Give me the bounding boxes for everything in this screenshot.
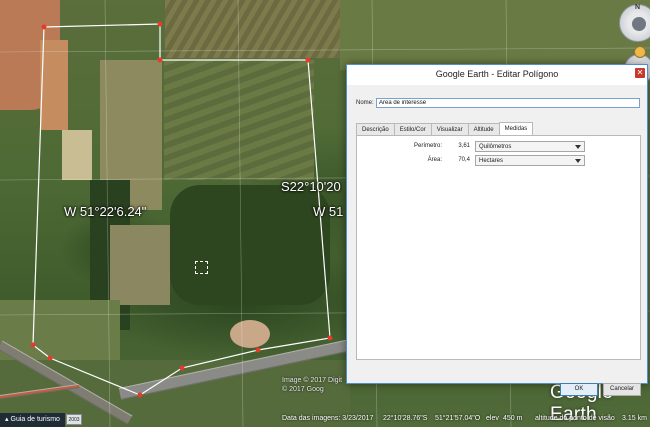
perimeter-unit-select[interactable]: Quilômetros: [475, 141, 585, 152]
close-icon[interactable]: ✕: [635, 68, 645, 78]
elevation-value: 450 m: [503, 415, 523, 422]
ok-button[interactable]: OK: [560, 383, 598, 396]
area-value: 70,4: [458, 157, 470, 163]
eye-altitude-value: 3.15 km: [622, 415, 647, 422]
polygon-vertex[interactable]: [157, 21, 163, 27]
tab-altitude[interactable]: Altitude: [467, 123, 500, 135]
polygon-vertex[interactable]: [30, 342, 36, 348]
chevron-down-icon: [575, 145, 581, 149]
dialog-tabs: Descrição Estilo/Cor Visualizar Altitude…: [356, 122, 534, 135]
name-label: Nome:: [356, 100, 374, 106]
eye-altitude-label: altitude do ponto de visão: [535, 415, 615, 422]
perimeter-label: Perímetro:: [413, 143, 442, 149]
tab-description[interactable]: Descrição: [356, 123, 395, 135]
edit-polygon-dialog: Google Earth - Editar Polígono ✕ Nome: D…: [346, 64, 648, 396]
area-unit-value: Hectares: [479, 158, 504, 164]
tour-guide-tab[interactable]: ▴ Guia de turismo: [0, 413, 65, 427]
perimeter-unit-value: Quilômetros: [479, 144, 512, 150]
dialog-titlebar[interactable]: Google Earth - Editar Polígono ✕: [347, 65, 647, 85]
view-center-marker: [195, 261, 208, 274]
cursor-longitude: 51°21'57.04"O: [435, 415, 481, 422]
polygon-vertex[interactable]: [327, 335, 333, 341]
tab-view[interactable]: Visualizar: [430, 123, 469, 135]
grid-latitude-label: S22°10'20: [281, 179, 341, 194]
area-label: Área:: [427, 157, 442, 163]
status-bar: ▴ Guia de turismo 2003 Data das imagens: …: [0, 413, 650, 427]
area-unit-select[interactable]: Hectares: [475, 155, 585, 166]
perimeter-row: Perímetro: 3,61 Quilômetros: [357, 141, 642, 153]
measurements-panel: Perímetro: 3,61 Quilômetros Área: 70,4 H…: [356, 135, 641, 360]
historical-imagery-thumbnail[interactable]: 2003: [66, 414, 82, 425]
polygon-vertex[interactable]: [137, 392, 143, 398]
dialog-title: Google Earth - Editar Polígono: [435, 69, 559, 79]
north-indicator[interactable]: N: [635, 4, 640, 11]
elevation-label: elev: [486, 415, 499, 422]
imagery-date: Data das imagens: 3/23/2017: [282, 415, 374, 422]
eye-icon: [632, 17, 646, 31]
cursor-latitude: 22°10'28.76"S: [383, 415, 428, 422]
polygon-vertex[interactable]: [157, 57, 163, 63]
polygon-vertex[interactable]: [41, 24, 47, 30]
look-around-control[interactable]: N: [619, 4, 650, 42]
grid-longitude-label: W 51: [313, 204, 344, 219]
tour-guide-label: Guia de turismo: [10, 416, 60, 423]
cancel-button[interactable]: Cancelar: [603, 383, 641, 396]
grid-longitude-label: W 51°22'6.24": [64, 204, 147, 219]
name-input[interactable]: [376, 98, 640, 108]
street-view-pegman-icon[interactable]: [634, 46, 646, 58]
perimeter-value: 3,61: [458, 143, 470, 149]
dialog-body: Nome: Descrição Estilo/Cor Visualizar Al…: [347, 85, 647, 396]
polygon-vertex[interactable]: [255, 347, 261, 353]
tab-measurements[interactable]: Medidas: [498, 122, 534, 135]
imagery-copyright: Image © 2017 Digit © 2017 Goog: [282, 377, 343, 393]
triangle-up-icon: ▴: [5, 416, 9, 423]
polygon-vertex[interactable]: [305, 57, 311, 63]
area-row: Área: 70,4 Hectares: [357, 155, 642, 167]
polygon-vertex[interactable]: [179, 365, 185, 371]
polygon-vertex[interactable]: [47, 355, 53, 361]
chevron-down-icon: [575, 159, 581, 163]
tab-style-color[interactable]: Estilo/Cor: [393, 123, 432, 135]
